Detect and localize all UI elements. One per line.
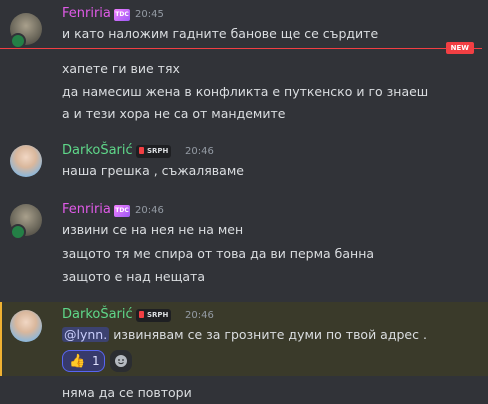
add-reaction-icon (115, 355, 127, 367)
new-messages-divider (0, 48, 482, 49)
username[interactable]: DarkoŠarić (62, 307, 133, 322)
status-badge-icon (10, 33, 26, 49)
guild-tag[interactable]: SRPH (136, 309, 172, 322)
user-mention[interactable]: @lynn. (62, 327, 110, 342)
tag-label: SRPH (147, 147, 169, 155)
add-reaction-button[interactable] (110, 350, 132, 372)
avatar[interactable] (10, 310, 42, 342)
status-badge-icon (10, 224, 26, 240)
timestamp: 20:46 (185, 310, 214, 321)
message-text: и като наложим гадните банове ще се сърд… (62, 26, 379, 41)
message-text: защото тя ме спира от това да ви перма б… (62, 246, 375, 261)
username[interactable]: Fenriria (62, 6, 111, 21)
message-text: наша грешка , съжаляваме (62, 163, 244, 178)
message-text: извини се на нея не на мен (62, 222, 244, 237)
tag-icon (139, 147, 144, 154)
username[interactable]: DarkoŠarić (62, 143, 133, 158)
timestamp: 20:46 (185, 146, 214, 157)
username[interactable]: Fenriria (62, 202, 111, 217)
thumbs-up-icon: 👍 (69, 354, 86, 369)
role-badge-icon[interactable]: TDC (114, 9, 130, 21)
message-text: да намесиш жена в конфликта е путкенско … (62, 84, 429, 99)
timestamp: 20:46 (135, 205, 164, 216)
new-badge: NEW (445, 42, 474, 54)
tag-label: SRPH (147, 311, 169, 319)
role-badge-icon[interactable]: TDC (114, 205, 130, 217)
message-text: защото е над нещата (62, 269, 205, 284)
guild-tag[interactable]: SRPH (136, 145, 172, 158)
avatar[interactable] (10, 145, 42, 177)
message-text: хапете ги вие тях (62, 61, 180, 76)
tag-icon (139, 311, 144, 318)
reaction-count: 1 (92, 354, 100, 368)
message-text: а и тези хора не са от мандемите (62, 106, 286, 121)
timestamp: 20:45 (135, 9, 164, 20)
reaction-thumbs-up[interactable]: 👍 1 (62, 350, 105, 372)
message-text: няма да се повтори (62, 385, 192, 400)
message-text: @lynn. извинявам се за грозните думи по … (62, 327, 427, 342)
message-body: извинявам се за грозните думи по твой ад… (113, 327, 427, 342)
